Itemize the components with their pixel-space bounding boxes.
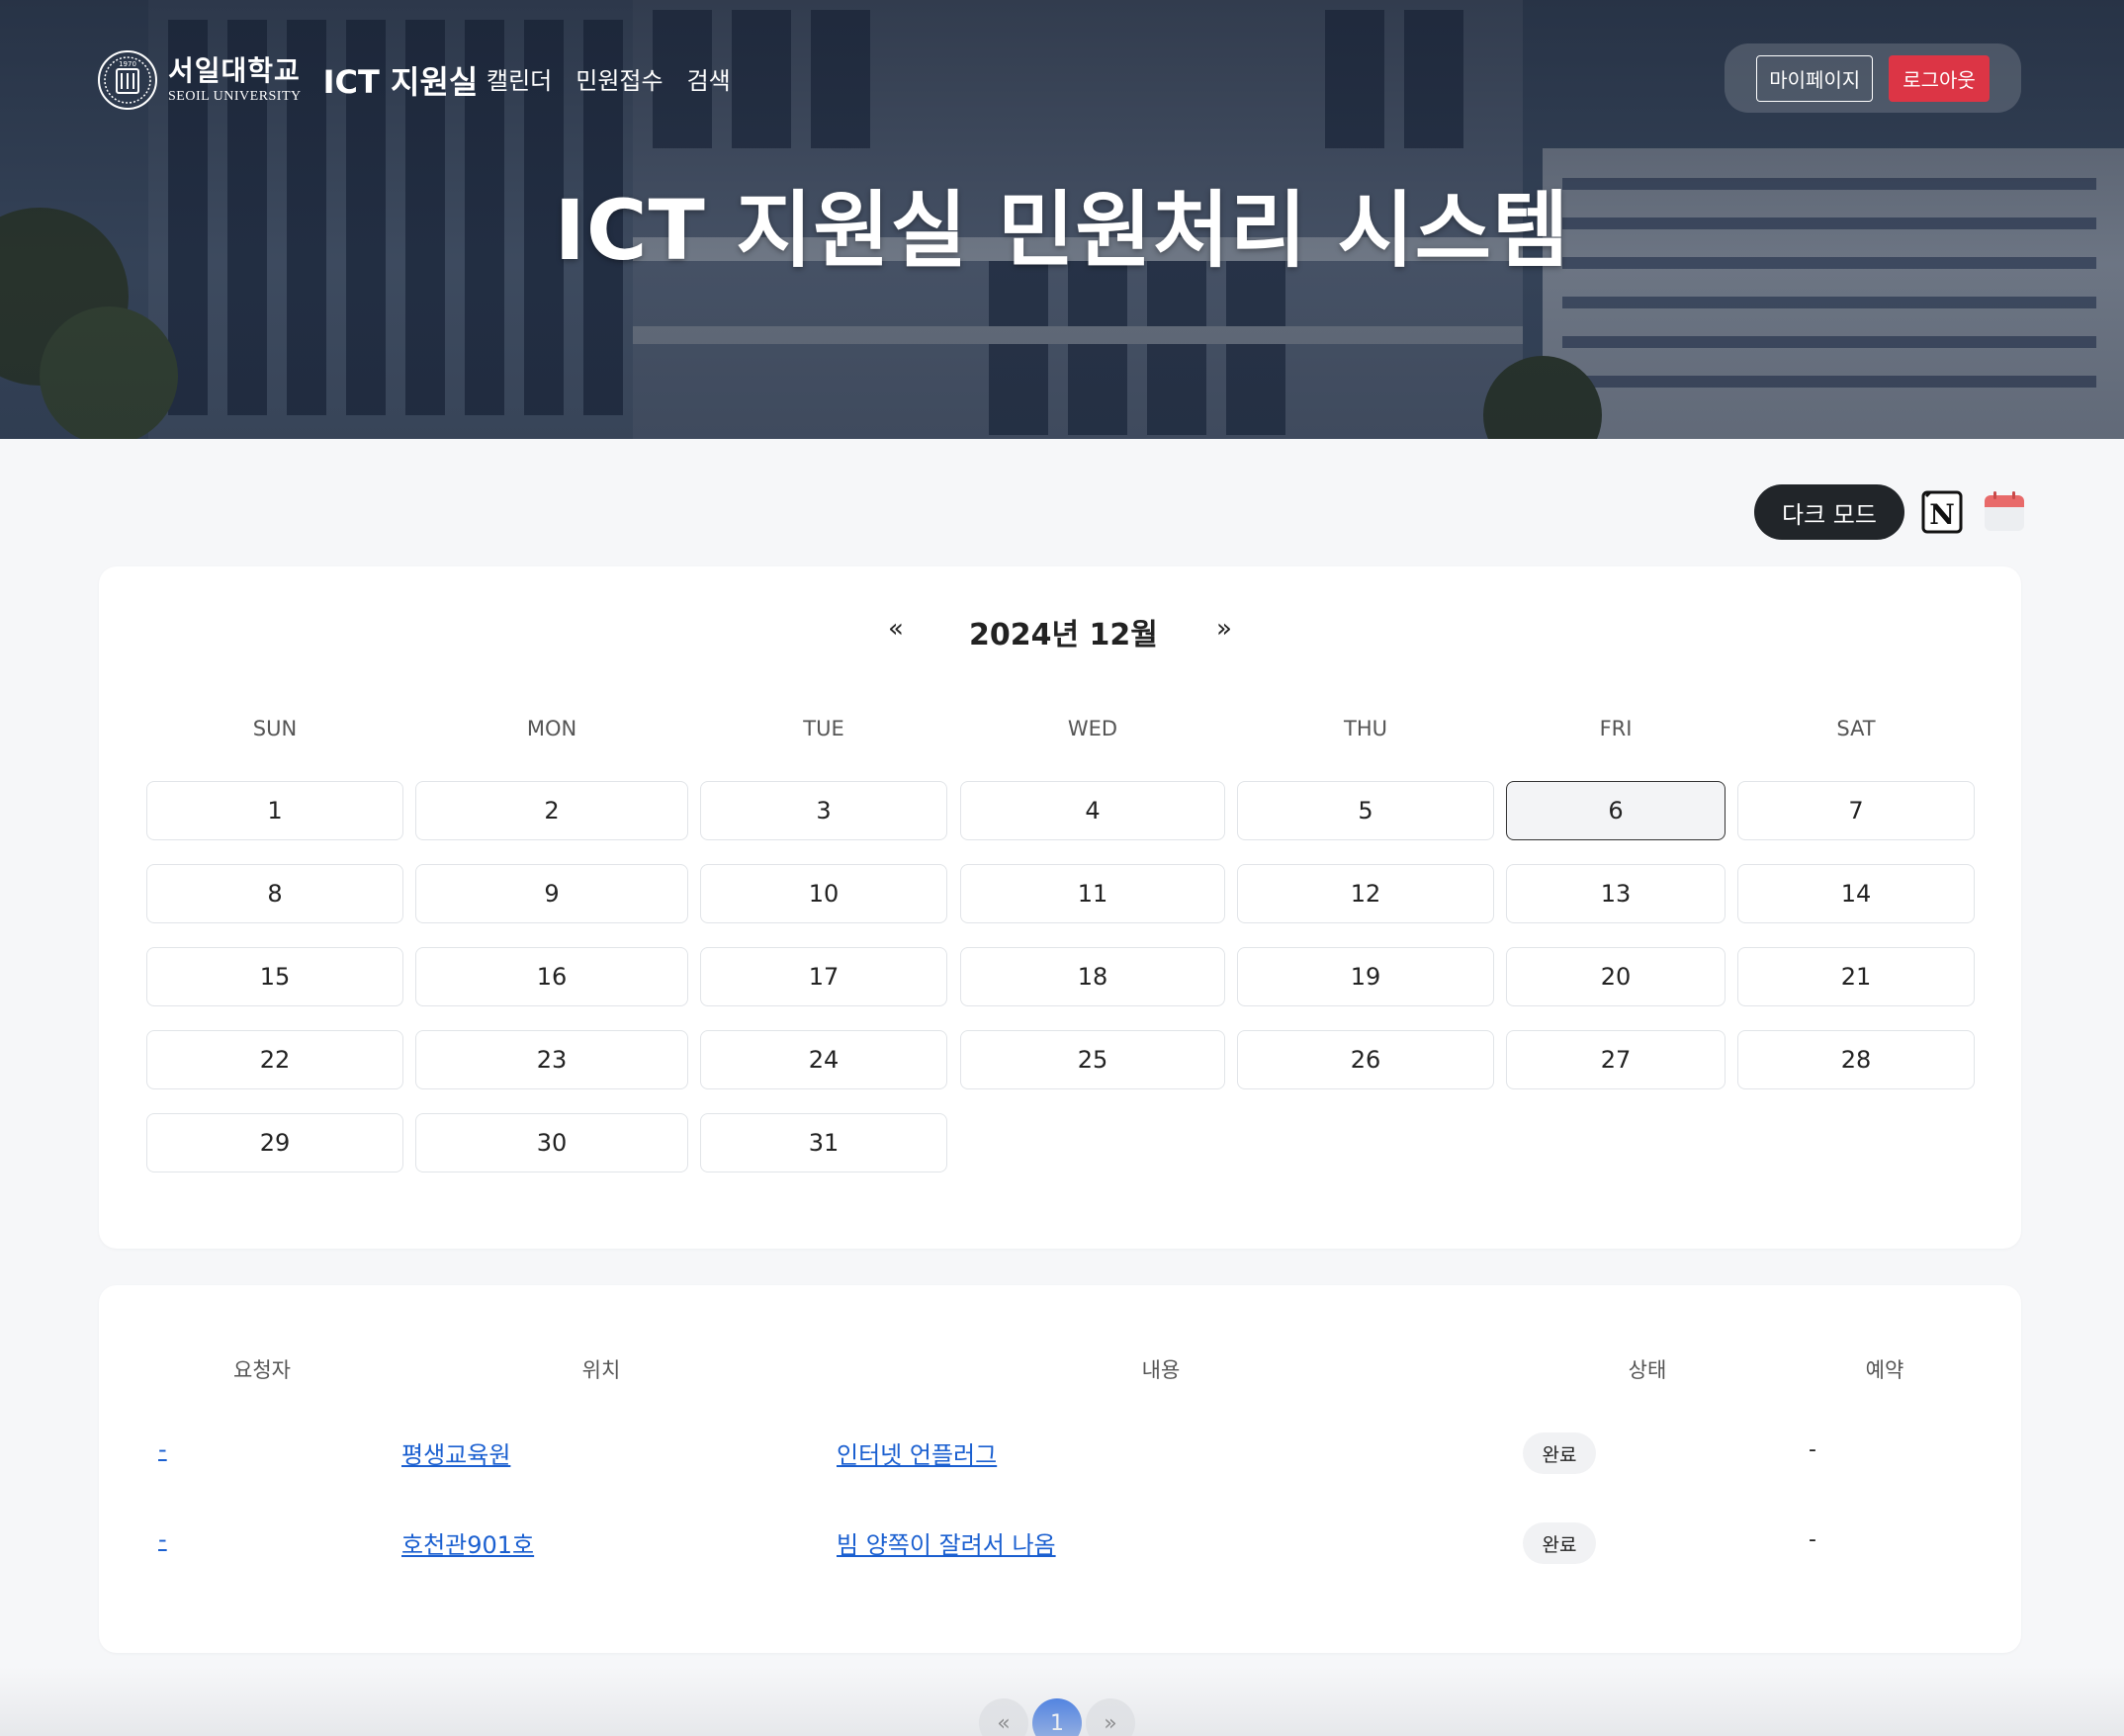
svg-text:N: N [1929,498,1955,531]
calendar-day-cell[interactable]: 11 [960,864,1225,923]
account-actions: 마이페이지 로그아웃 [1725,43,2021,113]
next-month-button[interactable]: » [1216,614,1232,644]
hero-title: ICT 지원실 민원처리 시스템 [554,182,1570,279]
status-badge: 완료 [1523,1432,1596,1474]
calendar-day-cell[interactable]: 21 [1737,947,1975,1006]
seal-year: 1970 [119,60,136,68]
calendar-day-cell[interactable]: 4 [960,781,1225,840]
calendar-day-cell[interactable]: 22 [146,1030,403,1089]
weekday-label: MON [526,717,577,740]
calendar-day-cell[interactable]: 17 [700,947,947,1006]
calendar-day-cell[interactable]: 19 [1237,947,1494,1006]
row-reservation: - [1809,1527,1816,1552]
calendar-day-cell[interactable]: 15 [146,947,403,1006]
calendar-day-cell[interactable]: 3 [700,781,947,840]
status-badge: 완료 [1523,1522,1596,1564]
office-title[interactable]: ICT 지원실 [323,57,479,103]
next-page-button[interactable]: » [1086,1698,1135,1736]
nav-calendar[interactable]: 캘린더 [487,61,552,96]
prev-month-button[interactable]: « [888,614,904,644]
column-header-reservation: 예약 [1865,1358,1904,1382]
dark-mode-button[interactable]: 다크 모드 [1754,484,1904,540]
hero-banner: 1970 서일대학교 SEOIL UNIVERSITY ICT 지원실 캘린더 … [0,0,2124,439]
row-reservation: - [1809,1437,1816,1462]
calendar-day-cell[interactable]: 1 [146,781,403,840]
notion-icon[interactable]: N [1920,489,1966,535]
page-button-current[interactable]: 1 [1032,1698,1082,1736]
calendar-day-cell[interactable]: 14 [1737,864,1975,923]
request-table: 요청자 위치 내용 상태 예약 - 평생교육원 인터넷 언플러그 완료 - - … [99,1285,2021,1653]
row-location[interactable]: 평생교육원 [401,1435,510,1470]
column-header-requester: 요청자 [233,1358,291,1382]
calendar-day-cell[interactable]: 27 [1506,1030,1726,1089]
calendar-day-cell[interactable]: 5 [1237,781,1494,840]
calendar-day-cell[interactable]: 8 [146,864,403,923]
row-content[interactable]: 빔 양쪽이 잘려서 나옴 [837,1525,1056,1560]
calendar-day-cell[interactable]: 23 [415,1030,688,1089]
calendar-header: « 2024년 12월 » [99,606,2021,655]
weekday-header: SUN MON TUE WED THU FRI SAT [99,717,2021,746]
calendar-day-cell[interactable]: 16 [415,947,688,1006]
calendar-day-cell[interactable]: 7 [1737,781,1975,840]
calendar-day-cell[interactable]: 25 [960,1030,1225,1089]
calendar-day-cell[interactable]: 30 [415,1113,688,1172]
nav-request[interactable]: 민원접수 [575,61,663,96]
column-header-status: 상태 [1628,1358,1667,1382]
university-name-en: SEOIL UNIVERSITY [168,88,302,104]
nav-search[interactable]: 검색 [687,61,731,96]
weekday-label: WED [1067,717,1118,740]
weekday-label: SAT [1836,717,1876,740]
mypage-button[interactable]: 마이페이지 [1756,54,1874,102]
toolbar: 다크 모드 N [1754,484,2027,540]
calendar-day-cell[interactable]: 2 [415,781,688,840]
column-header-location: 위치 [581,1358,621,1382]
calendar-day-cell[interactable]: 13 [1506,864,1726,923]
calendar-day-cell[interactable]: 9 [415,864,688,923]
row-requester[interactable]: - [158,1435,167,1463]
university-name: 서일대학교 SEOIL UNIVERSITY [168,53,302,104]
brand[interactable]: 1970 서일대학교 SEOIL UNIVERSITY ICT 지원실 [97,49,478,111]
calendar-day-cell[interactable]: 12 [1237,864,1494,923]
prev-page-button[interactable]: « [979,1698,1028,1736]
university-name-ko: 서일대학교 [168,53,301,87]
calendar-day-cell[interactable]: 28 [1737,1030,1975,1089]
calendar-day-cell[interactable]: 31 [700,1113,947,1172]
calendar-day-cell[interactable]: 6 [1506,781,1726,840]
column-header-content: 내용 [1141,1358,1181,1382]
calendar-day-cell[interactable]: 24 [700,1030,947,1089]
calendar-day-cell[interactable]: 20 [1506,947,1726,1006]
calendar-day-cell[interactable]: 29 [146,1113,403,1172]
calendar-month-title: 2024년 12월 [969,618,1158,652]
row-requester[interactable]: - [158,1525,167,1553]
weekday-label: THU [1344,717,1387,740]
calendar-day-cell[interactable]: 10 [700,864,947,923]
calendar-day-cell[interactable]: 26 [1237,1030,1494,1089]
logout-button[interactable]: 로그아웃 [1889,54,1990,102]
weekday-label: TUE [803,717,844,740]
university-seal-icon: 1970 [98,50,157,110]
calendar-icon[interactable] [1982,489,2027,535]
pagination: « 1 » [979,1698,1135,1736]
weekday-label: SUN [252,717,298,740]
calendar-card: « 2024년 12월 » SUN MON TUE WED THU FRI SAT 1234… [99,566,2021,1249]
calendar-day-cell[interactable]: 18 [960,947,1225,1006]
row-content[interactable]: 인터넷 언플러그 [837,1435,997,1470]
weekday-label: FRI [1599,717,1633,740]
main-nav: 캘린더 민원접수 검색 [487,61,731,96]
row-location[interactable]: 호천관901호 [401,1525,534,1560]
